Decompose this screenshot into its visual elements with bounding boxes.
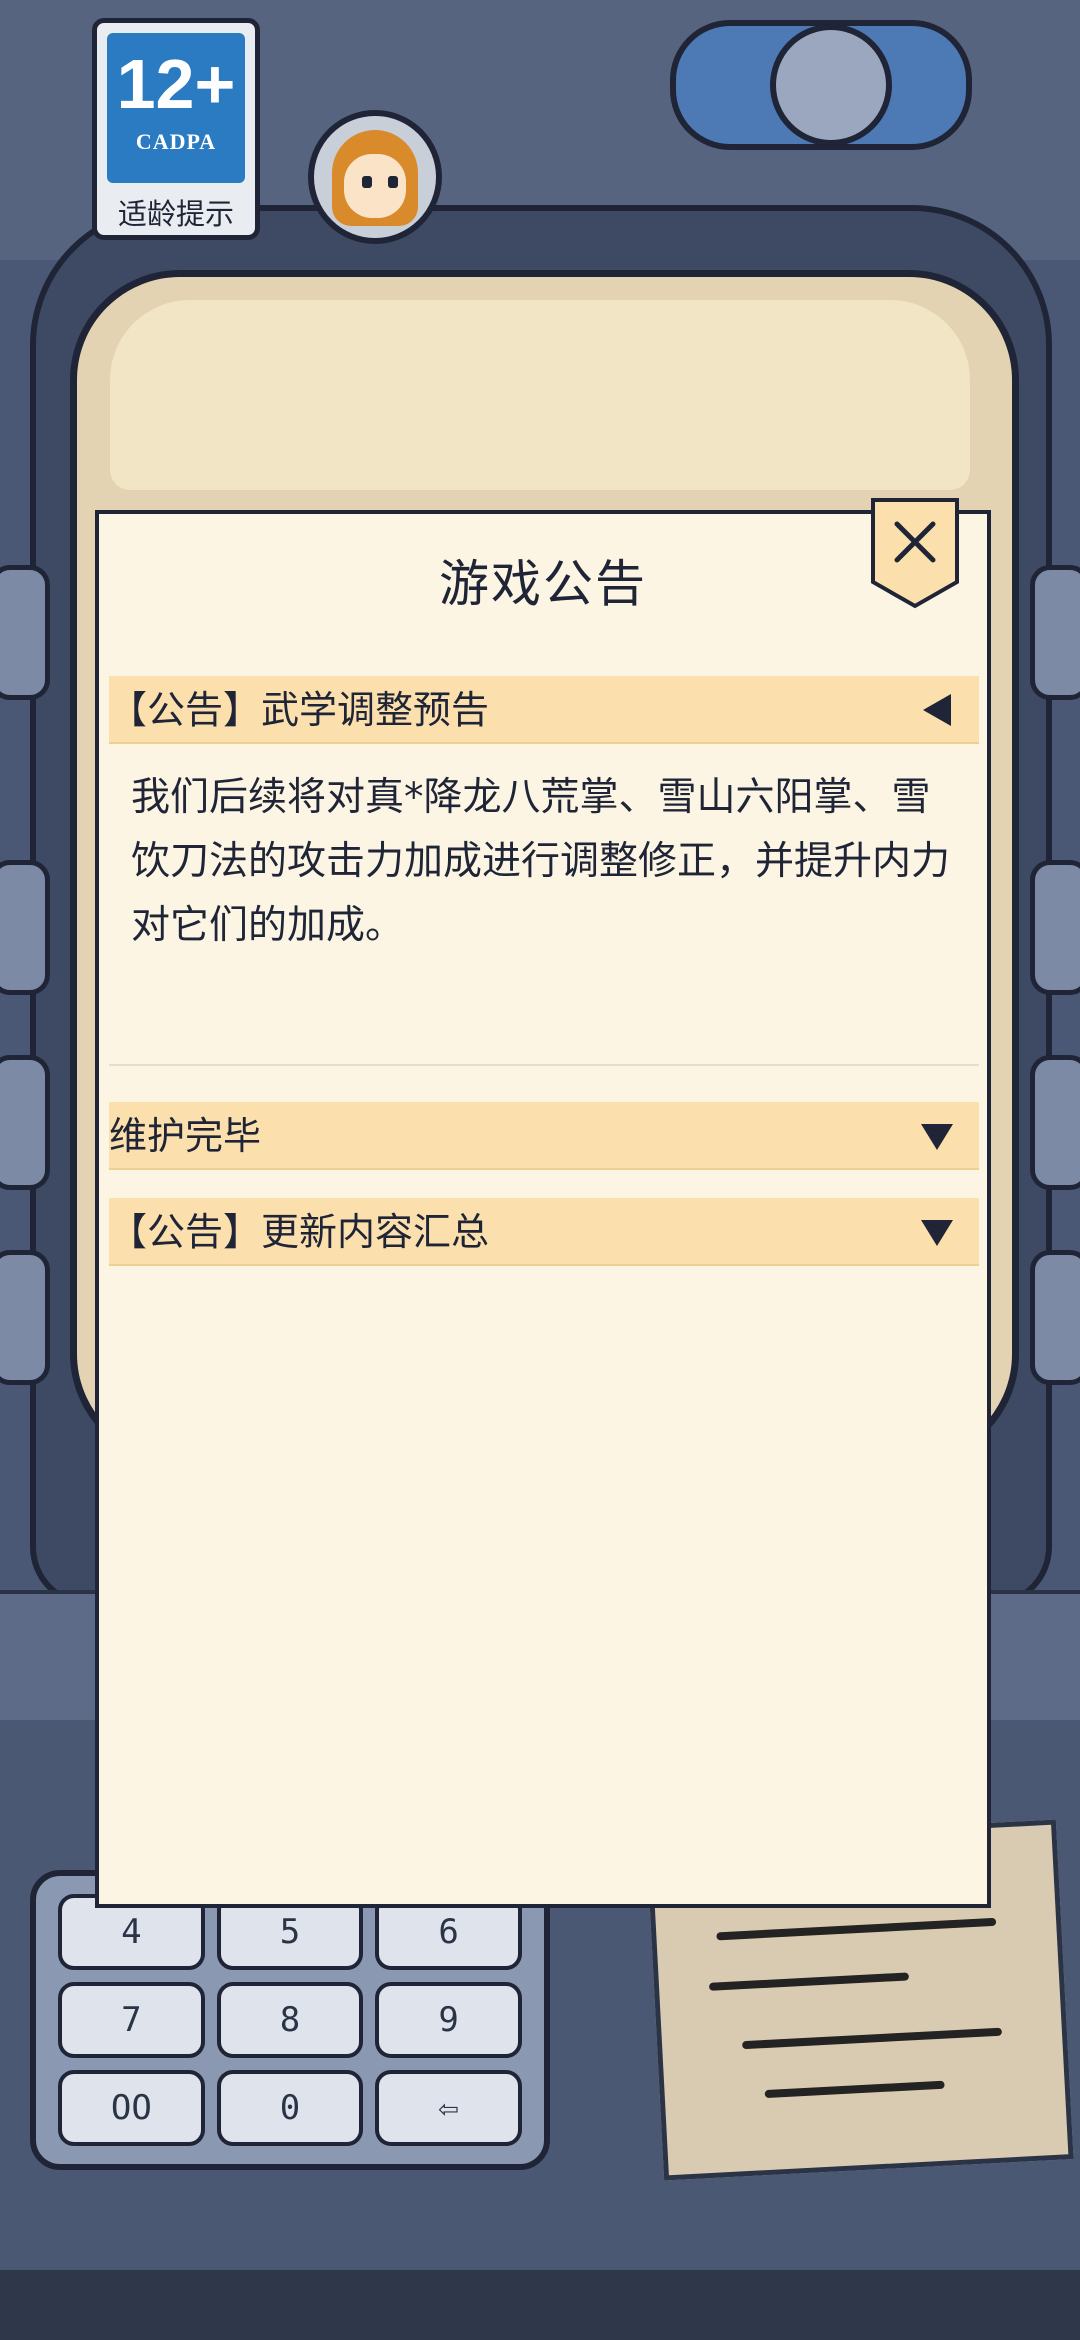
receipt-scribble xyxy=(764,2080,945,2099)
side-button-left-1 xyxy=(0,565,50,700)
announcement-dialog: 游戏公告 【公告】武学调整预告 我们后续将对真*降龙八荒掌、雪山六阳掌、雪饮刀法… xyxy=(95,498,991,1908)
section-title: 维护完毕 xyxy=(109,1114,262,1158)
section-body-text: 我们后续将对真*降龙八荒掌、雪山六阳掌、雪饮刀法的攻击力加成进行调整修正，并提升… xyxy=(131,775,951,948)
keypad-key: OO xyxy=(58,2070,205,2146)
counter-edge xyxy=(0,2270,1080,2340)
announcement-section-header[interactable]: 【公告】更新内容汇总 xyxy=(109,1198,979,1266)
avatar-eye xyxy=(388,176,398,188)
age-rating-badge[interactable]: 12+ CADPA 适龄提示 xyxy=(92,18,260,240)
age-rating-emblem: 12+ CADPA xyxy=(107,33,245,183)
announcement-section-header[interactable]: 维护完毕 xyxy=(109,1102,979,1170)
side-button-right-2 xyxy=(1030,860,1080,995)
player-avatar[interactable] xyxy=(308,110,442,244)
side-button-left-2 xyxy=(0,860,50,995)
side-button-left-3 xyxy=(0,1055,50,1190)
avatar-eye xyxy=(362,176,372,188)
keypad-key: 7 xyxy=(58,1982,205,2058)
age-rating-label: 适龄提示 xyxy=(117,197,234,231)
keypad-key: 9 xyxy=(375,1982,522,2058)
age-rating-number: 12+ xyxy=(116,45,236,123)
side-button-left-4 xyxy=(0,1250,50,1385)
collapse-arrow-left-icon xyxy=(923,694,951,726)
screen-glare xyxy=(110,300,970,490)
keypad-key: ⇦ xyxy=(375,2070,522,2146)
keypad-key: 8 xyxy=(216,1982,364,2058)
side-button-right-3 xyxy=(1030,1055,1080,1190)
keypad-key: 0 xyxy=(216,2070,364,2146)
camera-lens-icon xyxy=(770,24,892,146)
expand-arrow-down-icon xyxy=(921,1220,953,1246)
section-title: 【公告】武学调整预告 xyxy=(109,688,490,732)
side-button-right-1 xyxy=(1030,565,1080,700)
section-title: 【公告】更新内容汇总 xyxy=(109,1210,490,1254)
close-icon xyxy=(871,498,959,609)
close-button[interactable] xyxy=(869,496,961,614)
age-rating-org: CADPA xyxy=(135,129,217,154)
section-divider xyxy=(109,1064,979,1066)
dialog-title: 游戏公告 xyxy=(439,555,647,613)
expand-arrow-down-icon xyxy=(921,1124,953,1150)
receipt-scribble xyxy=(708,1972,910,1991)
keypad: 4 5 6 7 8 9 OO 0 ⇦ xyxy=(30,1870,550,2170)
side-button-right-4 xyxy=(1030,1250,1080,1385)
receipt-scribble xyxy=(716,1917,997,1941)
announcement-section-header[interactable]: 【公告】武学调整预告 xyxy=(109,676,979,744)
receipt-scribble xyxy=(741,2027,1003,2050)
